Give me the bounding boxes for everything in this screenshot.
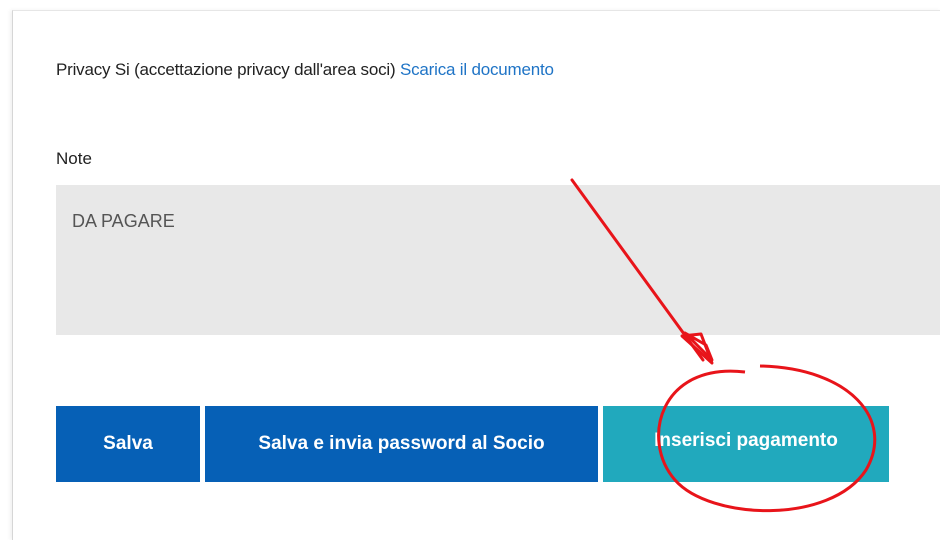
save-button[interactable]: Salva <box>56 406 200 482</box>
insert-payment-button[interactable]: Inserisci pagamento <box>603 406 889 482</box>
privacy-text: Privacy Si (accettazione privacy dall'ar… <box>56 60 396 79</box>
note-textarea[interactable]: DA PAGARE <box>56 185 940 335</box>
save-and-send-password-button[interactable]: Salva e invia password al Socio <box>205 406 598 482</box>
privacy-status: Privacy Si (accettazione privacy dall'ar… <box>56 60 554 80</box>
note-label: Note <box>56 149 92 168</box>
download-document-link[interactable]: Scarica il documento <box>400 60 554 79</box>
